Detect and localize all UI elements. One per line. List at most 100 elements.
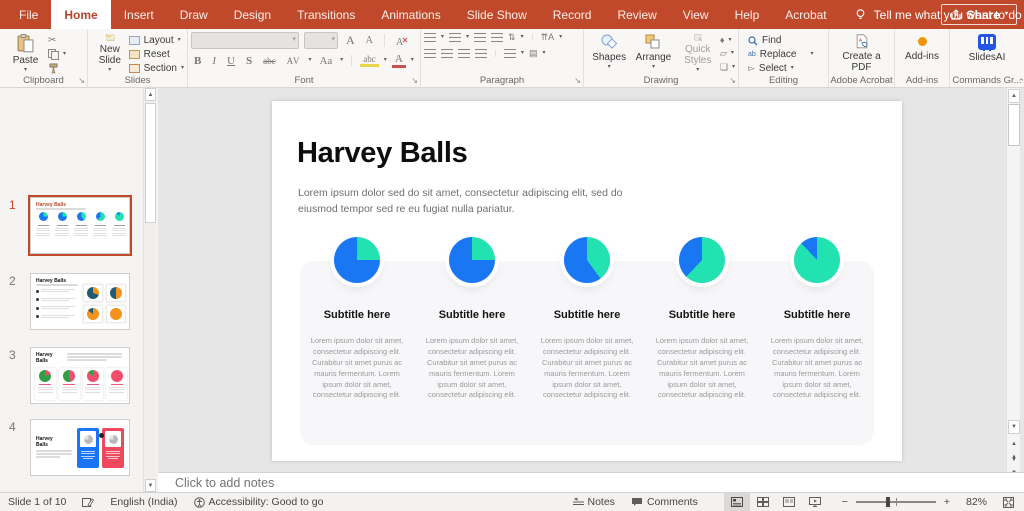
scroll-down-icon[interactable]: ▼ bbox=[1008, 420, 1020, 434]
harvey-ball-column[interactable]: Subtitle here Lorem ipsum dolor sit amet… bbox=[650, 237, 755, 401]
notes-pane[interactable]: Click to add notes bbox=[158, 472, 1024, 492]
slide-1-editor[interactable]: Harvey Balls Lorem ipsum dolor sed do si… bbox=[272, 101, 902, 461]
notes-toggle-button[interactable]: Notes bbox=[565, 493, 623, 511]
slide-sorter-view-button[interactable] bbox=[750, 493, 776, 511]
zoom-in-button[interactable]: + bbox=[940, 493, 958, 511]
scroll-up-icon[interactable]: ▲ bbox=[1008, 89, 1020, 103]
decrease-indent-icon[interactable] bbox=[474, 33, 487, 42]
column-body-text[interactable]: Lorem ipsum dolor sit amet, consectetur … bbox=[420, 336, 525, 401]
pie-chart-4[interactable] bbox=[679, 237, 725, 283]
slide-thumbnail-1[interactable]: Harvey Balls bbox=[28, 195, 132, 256]
tab-animations[interactable]: Animations bbox=[368, 0, 453, 29]
tab-home[interactable]: Home bbox=[51, 0, 111, 29]
language-button[interactable]: English (India) bbox=[102, 493, 185, 511]
smartart-icon[interactable]: ▤ bbox=[529, 48, 538, 59]
scrollbar-thumb[interactable] bbox=[145, 103, 156, 223]
share-button[interactable]: Share ▾ bbox=[940, 4, 1017, 25]
zoom-level-button[interactable]: 82% bbox=[958, 493, 995, 511]
previous-slide-icon[interactable]: ▲ ▲ bbox=[1008, 438, 1020, 460]
section-button[interactable]: Section ▾ bbox=[128, 63, 184, 74]
notes-placeholder[interactable]: Click to add notes bbox=[175, 476, 274, 490]
column-body-text[interactable]: Lorem ipsum dolor sit amet, consectetur … bbox=[765, 336, 870, 401]
thumbnail-panel-scrollbar[interactable]: ▲ ▼ bbox=[143, 88, 156, 492]
tab-help[interactable]: Help bbox=[722, 0, 773, 29]
align-right-icon[interactable] bbox=[458, 49, 470, 58]
scroll-down-icon[interactable]: ▼ bbox=[145, 479, 156, 492]
slide-thumbnail-3[interactable]: Harvey Balls bbox=[30, 347, 130, 404]
spell-check-button[interactable] bbox=[74, 493, 102, 511]
bold-button[interactable]: B bbox=[191, 55, 204, 67]
zoom-out-button[interactable]: − bbox=[828, 493, 852, 511]
column-body-text[interactable]: Lorem ipsum dolor sit amet, consectetur … bbox=[650, 336, 755, 401]
zoom-slider[interactable] bbox=[855, 497, 936, 507]
tab-acrobat[interactable]: Acrobat bbox=[772, 0, 839, 29]
tab-file[interactable]: File bbox=[6, 0, 51, 29]
column-subtitle[interactable]: Subtitle here bbox=[305, 309, 410, 321]
shape-outline-button[interactable]: ▱ ▾ bbox=[720, 48, 735, 59]
slideshow-view-button[interactable] bbox=[802, 493, 828, 511]
collapse-ribbon-icon[interactable]: ⌃ bbox=[1017, 78, 1024, 87]
copy-button[interactable]: ▾ bbox=[48, 49, 66, 60]
pie-chart-3[interactable] bbox=[564, 237, 610, 283]
layout-button[interactable]: Layout ▾ bbox=[128, 35, 184, 46]
harvey-ball-column[interactable]: Subtitle here Lorem ipsum dolor sit amet… bbox=[765, 237, 870, 401]
tab-record[interactable]: Record bbox=[540, 0, 605, 29]
align-center-icon[interactable] bbox=[441, 49, 453, 58]
new-slide-button[interactable]: New Slide ▾ bbox=[91, 32, 129, 73]
paragraph-dialog-launcher-icon[interactable]: ↘ bbox=[574, 77, 581, 85]
increase-font-size-button[interactable]: A bbox=[343, 33, 358, 48]
comments-toggle-button[interactable]: Comments bbox=[623, 493, 706, 511]
shape-fill-button[interactable]: ♦ ▾ bbox=[720, 35, 735, 45]
font-size-combobox[interactable] bbox=[304, 32, 338, 49]
pie-chart-1[interactable] bbox=[334, 237, 380, 283]
justify-icon[interactable] bbox=[475, 49, 487, 58]
clipboard-dialog-launcher-icon[interactable]: ↘ bbox=[78, 77, 85, 85]
reading-view-button[interactable] bbox=[776, 493, 802, 511]
align-left-icon[interactable] bbox=[424, 49, 436, 58]
column-subtitle[interactable]: Subtitle here bbox=[535, 309, 640, 321]
column-body-text[interactable]: Lorem ipsum dolor sit amet, consectetur … bbox=[305, 336, 410, 401]
tab-draw[interactable]: Draw bbox=[167, 0, 221, 29]
paste-button[interactable]: Paste ▾ bbox=[3, 32, 48, 73]
column-subtitle[interactable]: Subtitle here bbox=[420, 309, 525, 321]
strikethrough-button[interactable]: abc bbox=[260, 56, 279, 66]
normal-view-button[interactable] bbox=[723, 493, 750, 511]
slide-thumbnail-4[interactable]: Harvey Balls bbox=[30, 419, 130, 476]
text-direction-icon[interactable]: ⇈A bbox=[541, 32, 555, 43]
slide-intro-textbox[interactable]: Lorem ipsum dolor sed do sit amet, conse… bbox=[298, 185, 638, 218]
shapes-button[interactable]: Shapes ▾ bbox=[587, 32, 631, 73]
quick-styles-button[interactable]: Quick Styles ▾ bbox=[676, 32, 720, 73]
cut-button[interactable]: ✂ bbox=[48, 35, 66, 46]
pie-chart-5[interactable] bbox=[794, 237, 840, 283]
arrange-button[interactable]: Arrange ▾ bbox=[631, 32, 675, 73]
fit-to-window-button[interactable] bbox=[995, 493, 1024, 511]
tab-view[interactable]: View bbox=[670, 0, 722, 29]
addins-button[interactable]: Add-ins bbox=[900, 32, 945, 73]
harvey-ball-column[interactable]: Subtitle here Lorem ipsum dolor sit amet… bbox=[535, 237, 640, 401]
next-slide-icon[interactable]: ▼▼ bbox=[1008, 454, 1020, 476]
decrease-font-size-button[interactable]: A bbox=[363, 35, 376, 46]
underline-button[interactable]: U bbox=[224, 55, 238, 67]
bullets-icon[interactable] bbox=[424, 33, 436, 42]
italic-button[interactable]: I bbox=[209, 55, 219, 67]
column-subtitle[interactable]: Subtitle here bbox=[650, 309, 755, 321]
character-spacing-button[interactable]: AV bbox=[284, 56, 304, 66]
drawing-dialog-launcher-icon[interactable]: ↘ bbox=[729, 77, 736, 85]
select-button[interactable]: ▻ Select ▾ bbox=[748, 63, 814, 74]
replace-button[interactable]: ab Replace ▾ bbox=[748, 49, 814, 60]
clear-formatting-button[interactable]: A bbox=[393, 36, 411, 46]
tab-transitions[interactable]: Transitions bbox=[284, 0, 368, 29]
shadow-button[interactable]: S bbox=[243, 55, 255, 67]
main-scrollbar[interactable]: ▲ ▼ ▲▲ ▼▼ bbox=[1006, 88, 1020, 476]
harvey-ball-column[interactable]: Subtitle here Lorem ipsum dolor sit amet… bbox=[305, 237, 410, 401]
create-pdf-button[interactable]: A Create a PDF bbox=[839, 32, 884, 73]
tab-slide-show[interactable]: Slide Show bbox=[454, 0, 540, 29]
columns-icon[interactable] bbox=[504, 49, 516, 58]
font-name-combobox[interactable] bbox=[191, 32, 299, 49]
column-body-text[interactable]: Lorem ipsum dolor sit amet, consectetur … bbox=[535, 336, 640, 401]
column-subtitle[interactable]: Subtitle here bbox=[765, 309, 870, 321]
slide-thumbnail-2[interactable]: Harvey Balls bbox=[30, 273, 130, 330]
tab-insert[interactable]: Insert bbox=[111, 0, 167, 29]
format-painter-button[interactable] bbox=[48, 63, 66, 74]
find-button[interactable]: Find bbox=[748, 35, 814, 46]
